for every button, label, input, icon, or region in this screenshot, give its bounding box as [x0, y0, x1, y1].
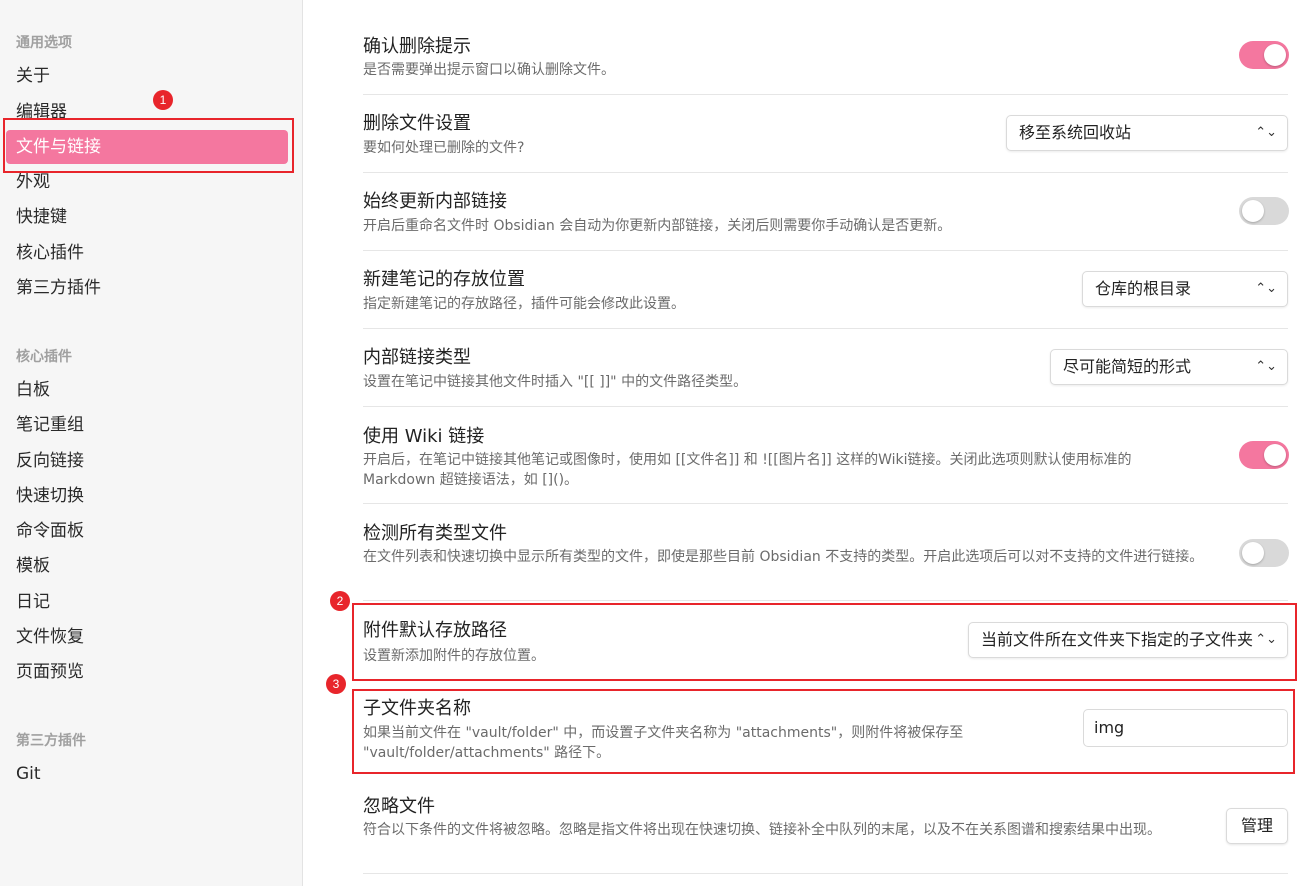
setting-description: 符合以下条件的文件将被忽略。忽略是指文件将出现在快速切换、链接补全中队列的末尾，…	[363, 822, 1161, 838]
sidebar-item-quick-switcher[interactable]: 快速切换	[6, 479, 288, 513]
setting-title: 使用 Wiki 链接	[363, 426, 485, 447]
toggle-knob	[1264, 44, 1286, 66]
chevron-updown-icon: ⌃⌄	[1255, 359, 1277, 374]
setting-description: 指定新建笔记的存放路径，插件可能会修改此设置。	[363, 296, 685, 312]
annotation-highlight-3	[352, 689, 1295, 774]
sidebar-item-page-preview[interactable]: 页面预览	[6, 655, 288, 689]
annotation-badge-1: 1	[153, 90, 173, 110]
sidebar-item-daily-notes[interactable]: 日记	[6, 585, 288, 619]
setting-description: 在文件列表和快速切换中显示所有类型的文件，即使是那些目前 Obsidian 不支…	[363, 549, 1204, 565]
select-value: 移至系统回收站	[1019, 123, 1132, 142]
sidebar-item-git[interactable]: Git	[6, 757, 288, 791]
sidebar-item-community-plugins[interactable]: 第三方插件	[6, 271, 288, 305]
select-value: 尽可能简短的形式	[1063, 357, 1192, 376]
sidebar-item-note-composer[interactable]: 笔记重组	[6, 408, 288, 442]
annotation-highlight-2	[352, 603, 1297, 681]
setting-title: 内部链接类型	[363, 347, 471, 368]
setting-title: 删除文件设置	[363, 113, 471, 134]
confirm-delete-toggle[interactable]	[1239, 41, 1289, 69]
select-value: 仓库的根目录	[1095, 279, 1192, 298]
deleted-files-select[interactable]: 移至系统回收站 ⌃⌄	[1006, 115, 1288, 151]
sidebar-item-core-plugins[interactable]: 核心插件	[6, 236, 288, 270]
detect-all-files-toggle[interactable]	[1239, 539, 1289, 567]
setting-description: 要如何处理已删除的文件?	[363, 140, 525, 156]
setting-title: 确认删除提示	[363, 36, 471, 57]
setting-title: 始终更新内部链接	[363, 191, 507, 212]
sidebar-heading-community-plugins: 第三方插件	[16, 733, 86, 749]
sidebar-item-canvas[interactable]: 白板	[6, 373, 288, 407]
setting-excluded-files: 忽略文件 符合以下条件的文件将被忽略。忽略是指文件将出现在快速切换、链接补全中队…	[363, 778, 1288, 874]
setting-new-note-location: 新建笔记的存放位置 指定新建笔记的存放路径，插件可能会修改此设置。 仓库的根目录…	[363, 251, 1288, 329]
toggle-knob	[1264, 444, 1286, 466]
sidebar-item-command-palette[interactable]: 命令面板	[6, 514, 288, 548]
wiki-links-toggle[interactable]	[1239, 441, 1289, 469]
sidebar-item-templates[interactable]: 模板	[6, 549, 288, 583]
setting-auto-update-links: 始终更新内部链接 开启后重命名文件时 Obsidian 会自动为你更新内部链接，…	[363, 173, 1289, 251]
link-format-select[interactable]: 尽可能简短的形式 ⌃⌄	[1050, 349, 1288, 385]
sidebar-item-file-recovery[interactable]: 文件恢复	[6, 620, 288, 654]
setting-description: 设置在笔记中链接其他文件时插入 "[[ ]]" 中的文件路径类型。	[363, 374, 748, 390]
setting-description: 开启后重命名文件时 Obsidian 会自动为你更新内部链接，关闭后则需要你手动…	[363, 218, 952, 234]
sidebar-item-hotkeys[interactable]: 快捷键	[6, 200, 288, 234]
setting-confirm-delete: 确认删除提示 是否需要弹出提示窗口以确认删除文件。	[363, 20, 1289, 95]
toggle-knob	[1242, 200, 1264, 222]
sidebar-heading-core-plugins: 核心插件	[16, 349, 72, 365]
new-note-location-select[interactable]: 仓库的根目录 ⌃⌄	[1082, 271, 1288, 307]
setting-title: 新建笔记的存放位置	[363, 269, 525, 290]
sidebar-item-about[interactable]: 关于	[6, 59, 288, 93]
setting-description: 是否需要弹出提示窗口以确认删除文件。	[363, 62, 615, 78]
annotation-badge-2: 2	[330, 591, 350, 611]
toggle-knob	[1242, 542, 1264, 564]
setting-title: 忽略文件	[363, 796, 435, 817]
setting-link-format: 内部链接类型 设置在笔记中链接其他文件时插入 "[[ ]]" 中的文件路径类型。…	[363, 329, 1288, 407]
sidebar-heading-general: 通用选项	[16, 35, 72, 51]
chevron-updown-icon: ⌃⌄	[1255, 125, 1277, 140]
setting-wiki-links: 使用 Wiki 链接 开启后，在笔记中链接其他笔记或图像时，使用如 [[文件名]…	[363, 407, 1289, 504]
setting-description: 开启后，在笔记中链接其他笔记或图像时，使用如 [[文件名]] 和 ![[图片名]…	[363, 452, 1132, 488]
chevron-updown-icon: ⌃⌄	[1255, 281, 1277, 296]
annotation-highlight-1	[3, 118, 294, 173]
setting-deleted-files: 删除文件设置 要如何处理已删除的文件? 移至系统回收站 ⌃⌄	[363, 95, 1288, 173]
annotation-badge-3: 3	[326, 674, 346, 694]
setting-detect-all-files: 检测所有类型文件 在文件列表和快速切换中显示所有类型的文件，即使是那些目前 Ob…	[363, 504, 1289, 601]
setting-title: 检测所有类型文件	[363, 523, 507, 544]
sidebar-item-backlinks[interactable]: 反向链接	[6, 444, 288, 478]
manage-button[interactable]: 管理	[1226, 808, 1288, 844]
auto-update-links-toggle[interactable]	[1239, 197, 1289, 225]
